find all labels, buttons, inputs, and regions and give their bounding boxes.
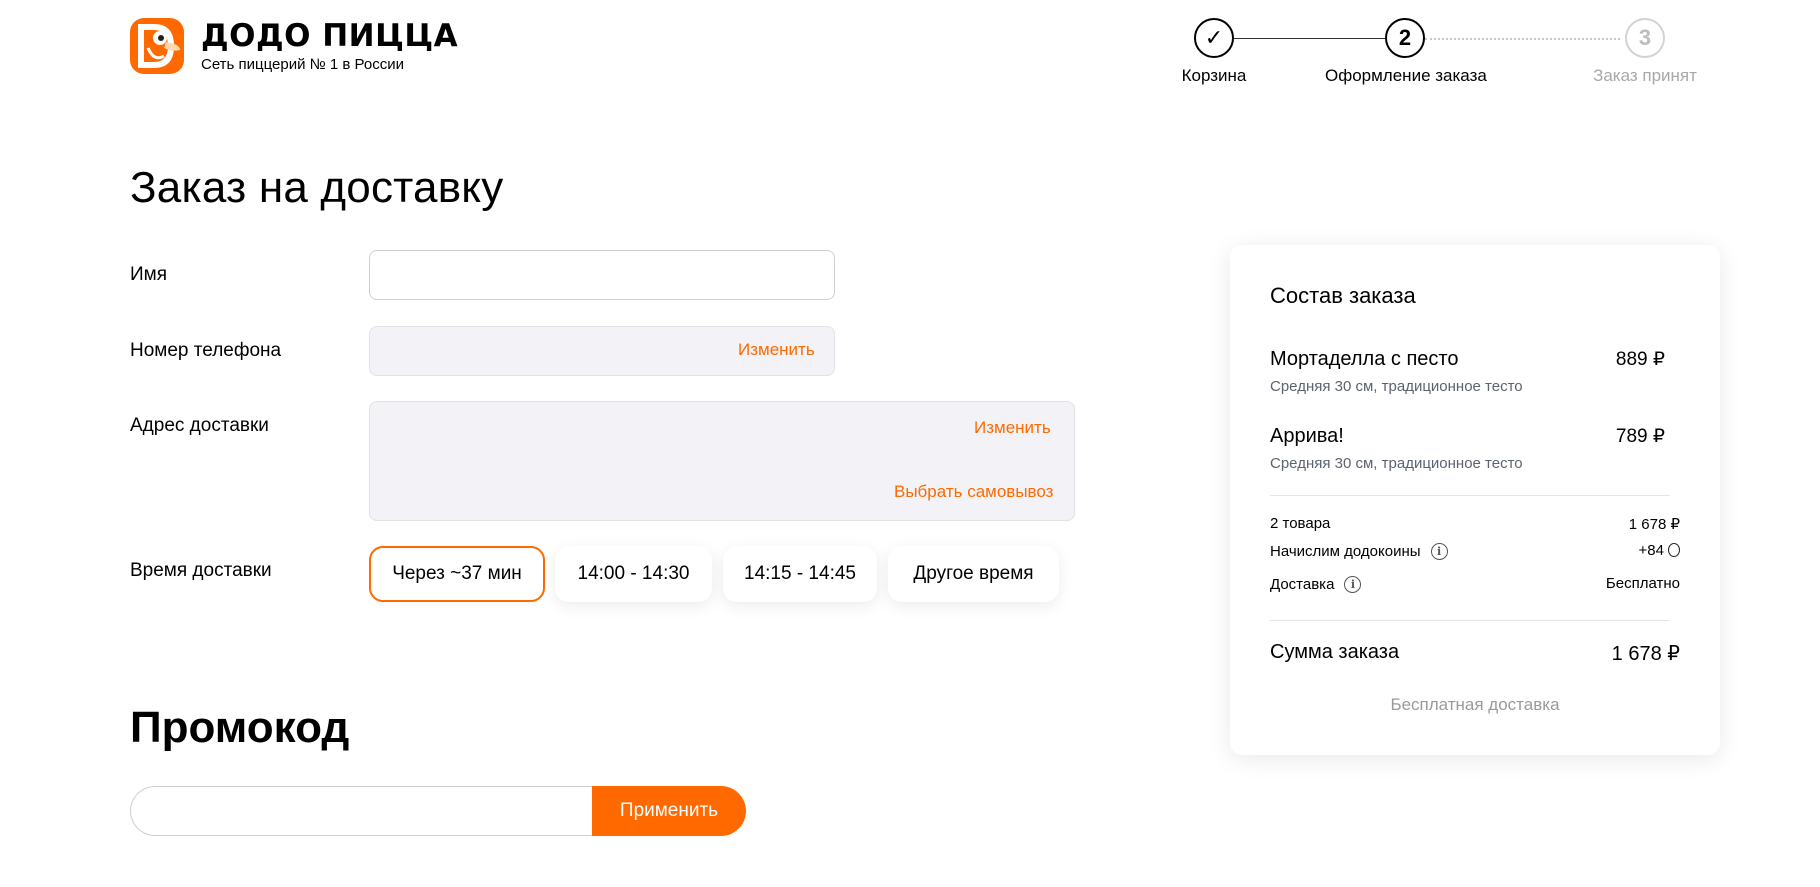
brand-subtitle: Сеть пиццерий № 1 в России [201, 55, 405, 73]
phone-change-link[interactable]: Изменить [738, 340, 815, 360]
order-item-price: 789 ₽ [1615, 426, 1665, 447]
items-count-text: 2 товара [1270, 515, 1331, 532]
dodo-logo-icon [130, 18, 184, 74]
step-checkout: 2 Оформление заказа [1325, 18, 1487, 86]
time-option-1415[interactable]: 14:15 - 14:45 [723, 546, 877, 602]
pickup-link[interactable]: Выбрать самовывоз [894, 482, 1053, 502]
time-option-asap[interactable]: Через ~37 мин [369, 546, 545, 602]
name-label: Имя [130, 264, 168, 285]
step-accepted-label: Заказ принят [1593, 66, 1697, 85]
summary-divider [1270, 495, 1670, 496]
coins-label: Начислим додокоины i [1270, 543, 1448, 560]
step-accepted: 3 Заказ принят [1585, 18, 1705, 86]
total-value: 1 678 ₽ [1611, 643, 1680, 665]
checkout-stepper: ✓ Корзина 2 Оформление заказа 3 Заказ пр… [1180, 18, 1700, 88]
step-accepted-number: 3 [1625, 18, 1665, 58]
order-item-name: Мортаделла с песто [1270, 348, 1459, 370]
brand-logo[interactable]: ДОДО ПИЦЦА Сеть пиццерий № 1 в России [130, 18, 458, 74]
info-icon[interactable]: i [1344, 576, 1362, 593]
total-label: Сумма заказа [1270, 641, 1400, 663]
page-title: Заказ на доставку [130, 163, 504, 212]
name-input[interactable] [369, 250, 835, 300]
items-count-value: 1 678 ₽ [1628, 516, 1680, 533]
delivery-label: Доставка i [1270, 576, 1362, 593]
order-summary-title: Состав заказа [1270, 283, 1416, 308]
coins-text: Начислим додокоины [1270, 543, 1421, 560]
free-delivery-note: Бесплатная доставка [1390, 695, 1560, 714]
promo-title: Промокод [130, 703, 350, 752]
promo-input[interactable] [130, 786, 600, 836]
time-option-other[interactable]: Другое время [888, 546, 1059, 602]
dodocoin-icon [1668, 543, 1680, 557]
items-count-label: 2 товара [1270, 515, 1330, 532]
order-item-desc: Средняя 30 см, традиционное тесто [1270, 455, 1523, 472]
step-cart[interactable]: ✓ Корзина [1172, 18, 1256, 86]
coins-amount: +84 [1638, 542, 1664, 559]
time-option-1400[interactable]: 14:00 - 14:30 [555, 546, 712, 602]
step-checkout-number: 2 [1385, 18, 1425, 58]
coins-value: +84 [1639, 542, 1680, 559]
step-cart-label: Корзина [1181, 66, 1247, 85]
apply-promo-button[interactable]: Применить [592, 786, 746, 836]
delivery-text: Доставка [1270, 576, 1335, 593]
summary-divider [1270, 620, 1670, 621]
info-icon[interactable]: i [1430, 543, 1448, 560]
address-field [369, 401, 1075, 521]
address-change-link[interactable]: Изменить [974, 418, 1051, 438]
order-item-price: 889 ₽ [1615, 349, 1665, 370]
brand-title: ДОДО ПИЦЦА [201, 17, 459, 54]
step-checkout-label: Оформление заказа [1325, 66, 1487, 85]
delivery-time-label: Время доставки [130, 560, 272, 581]
order-item-desc: Средняя 30 см, традиционное тесто [1270, 378, 1523, 395]
phone-label: Номер телефона [130, 340, 282, 361]
check-icon: ✓ [1194, 18, 1234, 58]
address-label: Адрес доставки [130, 415, 269, 436]
order-summary-card: Состав заказа Мортаделла с песто 889 ₽ С… [1230, 245, 1720, 755]
order-item-name: Аррива! [1270, 425, 1344, 447]
delivery-value: Бесплатно [1605, 575, 1680, 592]
